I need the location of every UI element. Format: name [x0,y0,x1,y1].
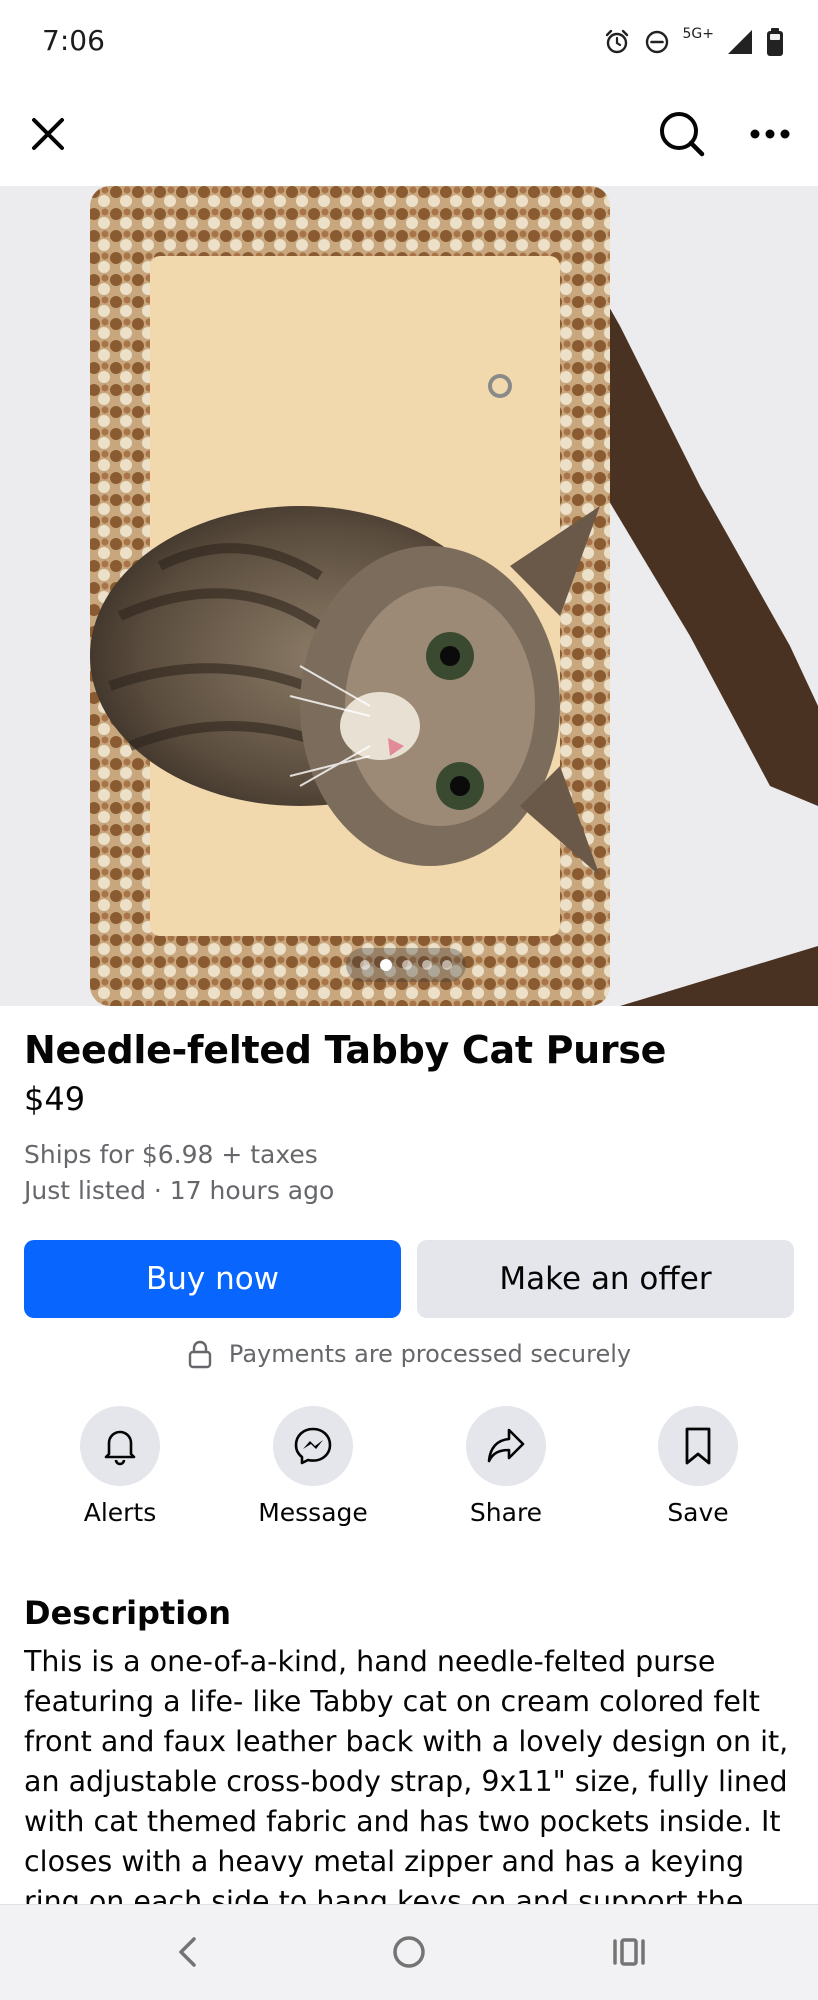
message-label: Message [258,1498,368,1527]
more-icon [750,129,790,139]
share-label: Share [469,1498,543,1527]
share-action[interactable]: Share [411,1406,601,1527]
product-photo-illustration [0,186,818,1006]
search-icon [660,112,705,157]
close-button[interactable] [18,104,78,164]
home-button[interactable] [379,1927,439,1977]
listed-time: Just listed · 17 hours ago [24,1176,335,1205]
bookmark-icon [685,1427,711,1465]
action-row: Alerts Message Share Save [0,1406,818,1536]
share-button[interactable] [466,1406,546,1486]
recents-icon [613,1938,645,1966]
product-photo[interactable] [0,186,818,1006]
save-button[interactable] [658,1406,738,1486]
status-icons: 5G+ [603,24,785,60]
alerts-action[interactable]: Alerts [25,1406,215,1527]
search-button[interactable] [652,104,712,164]
secure-payments-text: Payments are processed securely [228,1340,632,1368]
signal-icon [728,30,752,54]
top-nav [0,90,818,180]
alerts-label: Alerts [83,1498,157,1527]
system-nav-bar [0,1904,818,2000]
carousel-indicator[interactable] [346,948,466,982]
home-icon [393,1936,425,1968]
description-heading: Description [24,1594,231,1632]
carousel-dot[interactable] [360,960,370,970]
alarm-icon [605,29,628,54]
messenger-icon [294,1427,332,1465]
secure-payments-note: Payments are processed securely [0,1334,818,1374]
bell-icon [104,1430,136,1466]
make-offer-button[interactable]: Make an offer [417,1240,794,1318]
back-button[interactable] [158,1927,218,1977]
save-action[interactable]: Save [603,1406,793,1527]
alerts-button[interactable] [80,1406,160,1486]
back-icon [179,1937,196,1967]
close-icon [32,118,64,150]
carousel-dot[interactable] [442,960,452,970]
status-bar: 7:06 5G+ [0,0,818,84]
carousel-dot[interactable] [402,960,412,970]
lock-icon [188,1340,212,1369]
save-label: Save [667,1498,729,1527]
network-label: 5G+ [682,26,715,42]
message-button[interactable] [273,1406,353,1486]
buy-now-button[interactable]: Buy now [24,1240,401,1318]
share-icon [487,1428,525,1463]
listing-title: Needle-felted Tabby Cat Purse [24,1028,667,1072]
recents-button[interactable] [600,1927,660,1977]
status-time: 7:06 [42,24,105,57]
battery-icon [767,28,783,56]
do-not-disturb-icon [645,30,668,54]
message-action[interactable]: Message [218,1406,408,1527]
carousel-dot[interactable] [422,960,432,970]
shipping-info: Ships for $6.98 + taxes [24,1140,318,1169]
description-text: This is a one-of-a-kind, hand needle-fel… [24,1645,789,1904]
listing-price: $49 [24,1080,86,1118]
more-options-button[interactable] [740,104,800,164]
carousel-dot-active[interactable] [380,959,392,971]
